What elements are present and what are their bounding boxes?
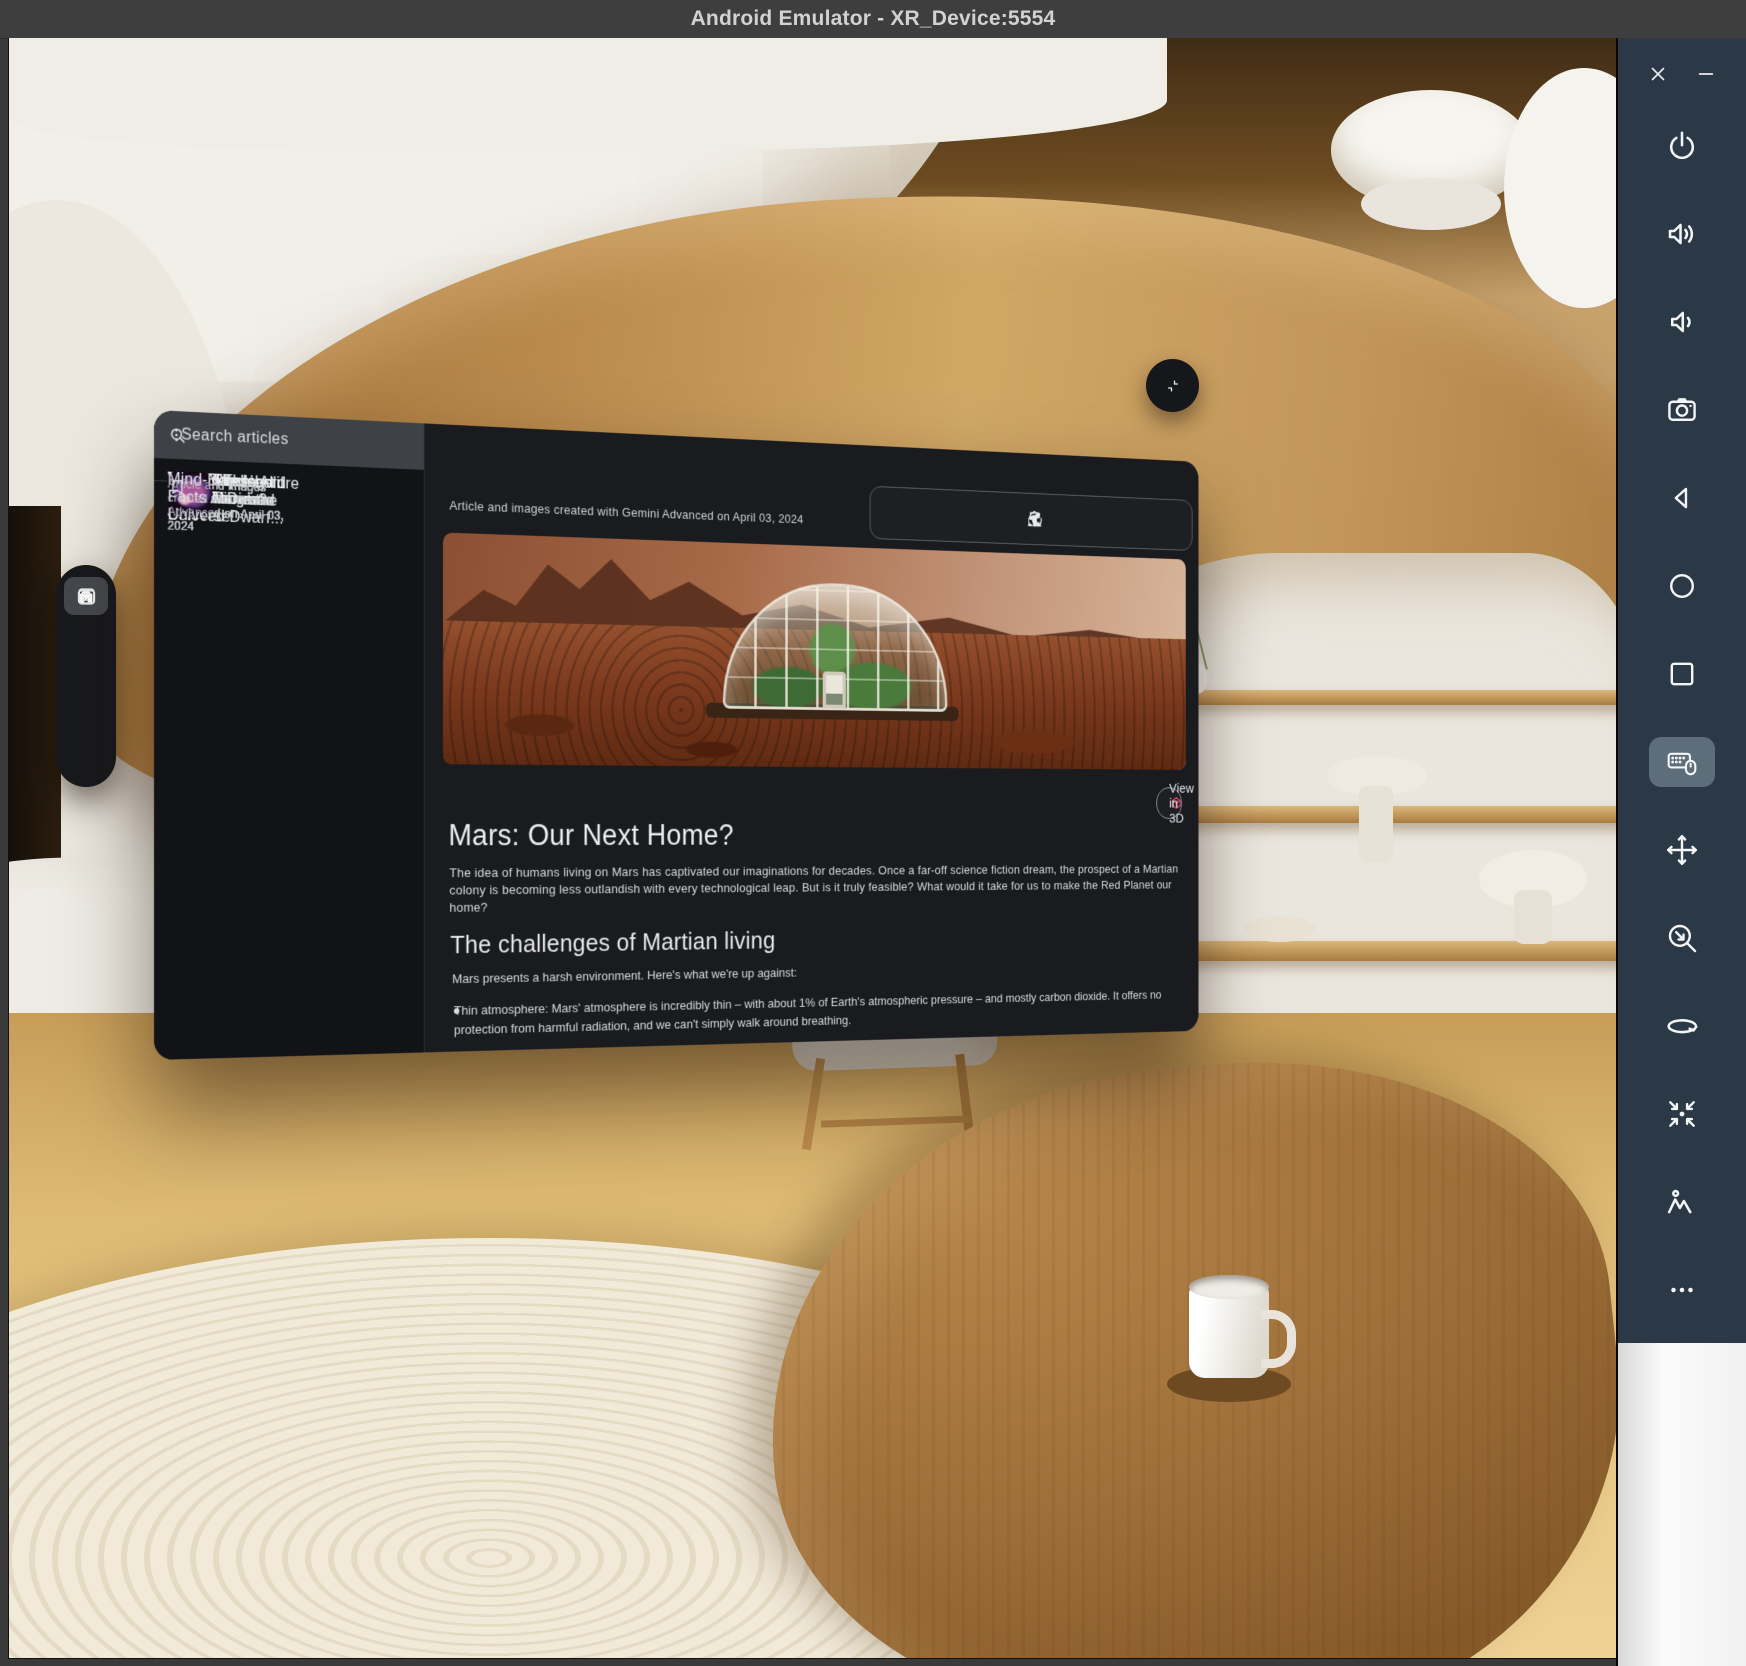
volume-down-button[interactable]: [1618, 278, 1746, 366]
screenshot-button[interactable]: [1618, 366, 1746, 454]
home-circle-icon: [1665, 569, 1699, 603]
window-title: Android Emulator - XR_Device:5554: [65, 7, 1681, 31]
reader-toolbar: A: [870, 486, 1193, 551]
bullet-text: Thin atmosphere: Mars' atmosphere is inc…: [454, 986, 1173, 1039]
article-bullet-item: Thin atmosphere: Mars' atmosphere is inc…: [454, 986, 1173, 1002]
panel-resize-button[interactable]: [1146, 359, 1199, 412]
zoom-magnifier-icon: [1664, 920, 1700, 956]
home-button[interactable]: [1618, 542, 1746, 630]
power-button[interactable]: [1618, 102, 1746, 190]
collapse-corners-icon: [1163, 376, 1183, 396]
close-icon[interactable]: [1647, 63, 1669, 85]
xr-scene-viewport[interactable]: Home: [8, 38, 1617, 1659]
overview-button[interactable]: [1618, 630, 1746, 718]
scene-mug-rim: [1189, 1275, 1269, 1299]
back-button[interactable]: [1618, 454, 1746, 542]
active-button-highlight: [1649, 737, 1715, 787]
move-arrows-icon: [1664, 832, 1700, 868]
toolbar-empty-area: [1618, 1343, 1746, 1666]
volume-down-icon: [1664, 304, 1700, 340]
article-list-panel: Mars: Our Next Home? Article and images …: [154, 410, 424, 1060]
zoom-reset-button[interactable]: [1618, 894, 1746, 982]
dock-media-icon[interactable]: [64, 575, 108, 617]
move-panel-button[interactable]: [1618, 806, 1746, 894]
search-input[interactable]: [179, 425, 379, 454]
overview-square-icon: [1665, 657, 1699, 691]
more-options-button[interactable]: [1618, 1246, 1746, 1334]
scene-lamp-stem: [1514, 890, 1552, 944]
language-globe-icon[interactable]: [1026, 509, 1043, 529]
minimize-icon[interactable]: [1695, 63, 1717, 85]
volume-up-icon: [1664, 216, 1700, 252]
scene-ceiling-band: [9, 38, 1167, 151]
recenter-button[interactable]: [1618, 1070, 1746, 1158]
article-section-intro: Mars presents a harsh environment. Here'…: [452, 958, 1165, 988]
scene-bowl: [1244, 916, 1316, 942]
keyboard-mouse-input-button[interactable]: [1618, 718, 1746, 806]
list-item[interactable]: Mind-Bending Facts About the Universe Ar…: [154, 458, 177, 482]
scene-pendant-lamp-lower: [1361, 178, 1501, 230]
recenter-arrows-icon: [1664, 1096, 1700, 1132]
mountain-pose-icon: [1663, 1183, 1701, 1221]
floating-article-window: Mars: Our Next Home? Article and images …: [154, 410, 1198, 1060]
scene-side-table-base: [1359, 786, 1393, 862]
article-subtitle: Article and images created with Gemini A…: [168, 477, 302, 538]
camera-icon: [1664, 392, 1700, 428]
article-reader: Article and images created with Gemini A…: [424, 423, 1199, 1052]
article-hero-image: [443, 532, 1186, 769]
rotate-orbit-icon: [1663, 1007, 1701, 1045]
article-intro-paragraph: The idea of humans living on Mars has ca…: [449, 861, 1178, 917]
overflow-menu-icon[interactable]: [168, 426, 186, 445]
volume-up-button[interactable]: [1618, 190, 1746, 278]
more-dots-icon: [1665, 1273, 1699, 1307]
environment-pose-button[interactable]: [1618, 1158, 1746, 1246]
back-triangle-icon: [1665, 481, 1699, 515]
view-in-3d-button[interactable]: View in 3D: [1156, 787, 1182, 819]
article-page-title: Mars: Our Next Home?: [448, 818, 733, 853]
xr-app-dock[interactable]: Home: [56, 565, 116, 787]
power-icon: [1664, 128, 1700, 164]
article-list: Mars: Our Next Home? Article and images …: [154, 458, 424, 1060]
hero-dome-door: [823, 671, 846, 708]
article-caption: Article and images created with Gemini A…: [449, 498, 803, 526]
window-titlebar: Android Emulator - XR_Device:5554: [0, 0, 1746, 39]
rotate-view-button[interactable]: [1618, 982, 1746, 1070]
article-section-heading: The challenges of Martian living: [450, 926, 775, 960]
keyboard-mouse-icon: [1665, 745, 1699, 779]
emulator-toolbar: [1618, 38, 1746, 1343]
view-in-3d-label: View in 3D: [1169, 781, 1194, 826]
